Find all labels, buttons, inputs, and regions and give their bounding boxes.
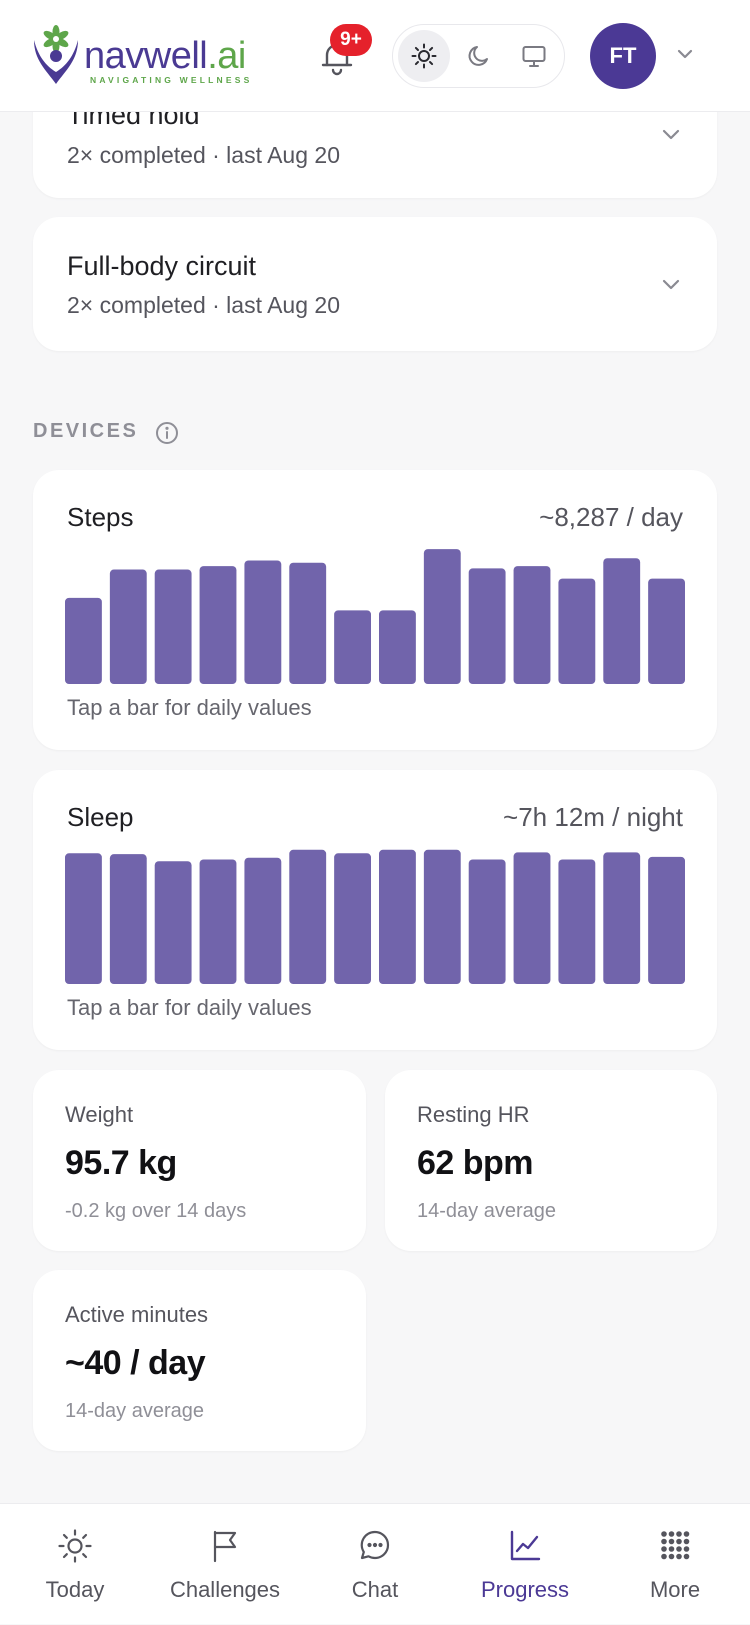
steps-bar-7[interactable] [334, 610, 371, 684]
steps-bar-13[interactable] [603, 558, 641, 684]
brand-wordmark: navwell.ai [84, 36, 246, 76]
steps-bar-3[interactable] [154, 569, 192, 684]
app-header: navwell.ai NAVIGATING WELLNESS 9+ FT [0, 0, 750, 112]
active-minutes-stat-card: Active minutes ~40 / day 14-day average [33, 1270, 366, 1451]
stat-label: Resting HR [417, 1102, 530, 1127]
steps-bar-5[interactable] [244, 560, 282, 684]
steps-chart-card: Steps ~8,287 / day Tap a bar for daily v… [33, 470, 717, 750]
steps-bar-14[interactable] [648, 578, 685, 684]
steps-bar-4[interactable] [199, 566, 237, 684]
sleep-bar-13[interactable] [603, 852, 641, 984]
nav-item-chat[interactable]: Chat [300, 1504, 450, 1625]
bottom-nav: Today Challenges Chat Progress More [0, 1503, 750, 1624]
theme-light-button[interactable] [398, 30, 450, 82]
chevron-down-icon[interactable] [674, 43, 696, 65]
steps-bar-11[interactable] [513, 566, 551, 684]
flag-icon [213, 1530, 237, 1563]
theme-dark-button[interactable] [453, 30, 505, 82]
chart-line-icon [510, 1530, 541, 1561]
steps-bar-6[interactable] [289, 562, 327, 684]
brand-mark-icon [34, 25, 78, 84]
stat-value: 95.7 kg [65, 1144, 177, 1182]
section-label-devices: DEVICES [33, 420, 139, 442]
sleep-chart-hint: Tap a bar for daily values [67, 995, 312, 1020]
stat-value: ~40 / day [65, 1344, 206, 1382]
steps-bar-1[interactable] [65, 597, 102, 684]
brand-main: navwell [84, 35, 208, 77]
chevron-down-icon[interactable] [659, 272, 683, 296]
exercise-subtitle: 2× completed · last Aug 20 [67, 142, 340, 168]
sleep-bar-1[interactable] [65, 853, 102, 984]
steps-bar-9[interactable] [423, 549, 461, 684]
steps-chart-title: Steps [67, 502, 134, 532]
sun-icon [58, 1529, 92, 1563]
nav-item-challenges[interactable]: Challenges [150, 1504, 300, 1625]
sleep-bar-14[interactable] [648, 856, 685, 984]
sleep-bar-10[interactable] [468, 859, 506, 984]
nav-item-more[interactable]: More [600, 1504, 750, 1625]
brand-tagline: NAVIGATING WELLNESS [90, 75, 253, 85]
steps-bar-chart[interactable] [65, 548, 685, 684]
brand-suffix: .ai [207, 35, 246, 77]
nav-label: Progress [480, 1577, 570, 1602]
stat-subtext: 14-day average [65, 1400, 204, 1422]
sleep-bar-7[interactable] [334, 853, 371, 984]
nav-label: More [649, 1577, 701, 1602]
chevron-down-icon[interactable] [659, 122, 683, 146]
exercise-subtitle: 2× completed · last Aug 20 [67, 292, 340, 318]
sleep-bar-2[interactable] [109, 854, 147, 984]
sleep-bar-8[interactable] [379, 849, 416, 984]
user-avatar[interactable]: FT [590, 23, 656, 89]
sleep-chart-card: Sleep ~7h 12m / night Tap a bar for dail… [33, 770, 717, 1050]
brand-logo[interactable]: navwell.ai NAVIGATING WELLNESS [30, 22, 260, 90]
steps-bar-12[interactable] [558, 578, 596, 684]
sun-icon [411, 43, 437, 69]
steps-chart-hint: Tap a bar for daily values [67, 695, 312, 720]
nav-label: Chat [351, 1577, 399, 1602]
grid-icon [661, 1531, 690, 1560]
monitor-icon [522, 46, 546, 67]
stat-value: 62 bpm [417, 1144, 534, 1182]
steps-summary: ~8,287 / day [539, 502, 683, 532]
moon-icon [468, 46, 488, 66]
nav-item-today[interactable]: Today [0, 1504, 150, 1625]
stat-label: Weight [65, 1102, 134, 1127]
sleep-bar-9[interactable] [423, 849, 461, 984]
steps-bar-2[interactable] [109, 569, 147, 684]
sleep-summary: ~7h 12m / night [503, 802, 683, 832]
resting-hr-stat-card: Resting HR 62 bpm 14-day average [385, 1070, 717, 1251]
sleep-bar-3[interactable] [154, 861, 192, 984]
stat-subtext: -0.2 kg over 14 days [65, 1200, 247, 1222]
sleep-bar-6[interactable] [289, 849, 327, 984]
info-icon[interactable] [155, 421, 179, 445]
sleep-bar-5[interactable] [244, 857, 282, 984]
exercise-card[interactable]: Full-body circuit 2× completed · last Au… [33, 217, 717, 351]
theme-system-button[interactable] [508, 30, 560, 82]
steps-bar-10[interactable] [468, 568, 506, 684]
chat-icon [360, 1530, 390, 1560]
sleep-chart-title: Sleep [67, 802, 134, 832]
weight-stat-card: Weight 95.7 kg -0.2 kg over 14 days [33, 1070, 366, 1251]
sleep-bar-12[interactable] [558, 859, 596, 984]
sleep-bar-4[interactable] [199, 859, 237, 984]
stat-subtext: 14-day average [417, 1200, 556, 1222]
notification-badge[interactable]: 9+ [330, 24, 372, 56]
nav-label: Challenges [169, 1577, 281, 1602]
sleep-bar-chart[interactable] [65, 848, 685, 984]
nav-label: Today [45, 1577, 105, 1602]
stat-label: Active minutes [65, 1302, 209, 1327]
theme-switcher [392, 24, 565, 88]
sleep-bar-11[interactable] [513, 852, 551, 984]
nav-item-progress[interactable]: Progress [450, 1504, 600, 1625]
steps-bar-8[interactable] [379, 610, 416, 684]
exercise-title: Full-body circuit [67, 251, 257, 281]
